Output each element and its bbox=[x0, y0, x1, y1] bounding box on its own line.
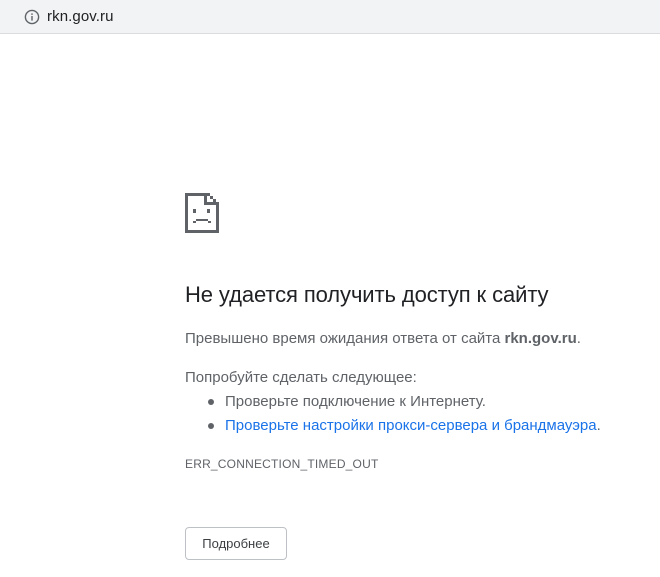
suggestion-text: Проверьте подключение к Интернету. bbox=[225, 393, 486, 410]
summary-host: rkn.gov.ru bbox=[504, 330, 577, 347]
details-button[interactable]: Подробнее bbox=[185, 527, 287, 560]
error-heading: Не удается получить доступ к сайту bbox=[185, 282, 549, 307]
url-text[interactable]: rkn.gov.ru bbox=[47, 8, 114, 26]
suggestions-heading: Попробуйте сделать следующее: bbox=[185, 369, 417, 386]
suggestions-list: Проверьте подключение к Интернету. Прове… bbox=[185, 392, 601, 440]
proxy-settings-link[interactable]: Проверьте настройки прокси-сервера и бра… bbox=[225, 417, 597, 434]
suggestion-check-proxy: Проверьте настройки прокси-сервера и бра… bbox=[185, 416, 601, 440]
omnibox[interactable]: rkn.gov.ru bbox=[16, 4, 656, 30]
summary-prefix: Превышено время ожидания ответа от сайта bbox=[185, 330, 505, 347]
sad-page-icon bbox=[185, 193, 219, 233]
suggestion-suffix: . bbox=[596, 417, 601, 434]
error-summary: Превышено время ожидания ответа от сайта… bbox=[185, 330, 581, 347]
summary-suffix: . bbox=[576, 330, 581, 347]
error-code: ERR_CONNECTION_TIMED_OUT bbox=[185, 457, 379, 471]
suggestion-check-connection: Проверьте подключение к Интернету. bbox=[185, 392, 601, 416]
address-bar: rkn.gov.ru bbox=[0, 0, 660, 34]
info-icon[interactable] bbox=[24, 9, 40, 25]
